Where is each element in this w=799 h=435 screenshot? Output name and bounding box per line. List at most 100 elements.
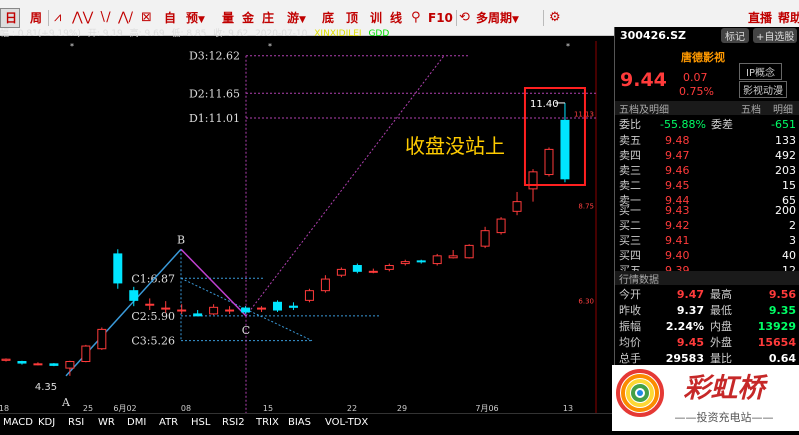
level-label: 卖五	[619, 134, 641, 147]
candle-body	[288, 305, 298, 308]
tour-label: 游	[287, 11, 300, 25]
level-price: 9.47	[665, 149, 690, 162]
indicator-tab[interactable]: WR	[98, 417, 115, 428]
candle-body	[320, 278, 330, 292]
indicator-name-2: GDD	[368, 29, 390, 39]
high-marker: 11.40	[530, 99, 559, 110]
candlestick-chart[interactable]: D3:12.62D2:11.65D1:11.01C1:6.87C2:5.90C3…	[0, 41, 612, 413]
price-change: 0.07	[683, 71, 708, 84]
logo-subtitle: ——投资充电站——	[675, 410, 774, 424]
stat-value: 0.64	[768, 352, 796, 365]
candle-body	[480, 230, 490, 247]
stat-label: 最低	[710, 304, 732, 317]
level-label: 卖二	[619, 179, 641, 192]
indicator-tab[interactable]: RSI2	[222, 417, 245, 428]
indicator-tab[interactable]: TRIX	[256, 417, 279, 428]
stat-label: 内盘	[710, 320, 732, 333]
indicator-tab[interactable]: KDJ	[38, 417, 55, 428]
indicator-tab[interactable]: RSI	[68, 417, 84, 428]
indicator-tab[interactable]: MACD	[3, 417, 33, 428]
candle-body	[496, 218, 506, 234]
candle-body	[225, 309, 235, 312]
tab-details[interactable]: 明细	[773, 101, 793, 116]
level-label: 卖四	[619, 149, 641, 162]
stat-label: 振幅	[619, 320, 641, 333]
chevron-down-icon: ▼	[512, 15, 519, 25]
level-volume: 40	[782, 249, 796, 262]
stat-label: 最高	[710, 288, 732, 301]
mark-button[interactable]: 标记	[721, 28, 749, 43]
orderbook-row: 买二 9.42 2	[615, 219, 799, 233]
stat-label: 外盘	[710, 336, 732, 349]
candle-body	[209, 306, 219, 315]
y-tick-label: 6.30	[578, 297, 594, 305]
level-volume: 133	[775, 134, 796, 147]
candle-body	[560, 119, 570, 180]
multi-period-label: 多周期	[476, 11, 513, 25]
stat-label: 昨收	[619, 304, 641, 317]
candle-body	[272, 301, 282, 311]
candle-body	[304, 290, 314, 301]
x-tick-label: 25	[83, 404, 93, 413]
level-label: 卖三	[619, 164, 641, 177]
add-favorite-button[interactable]: +自选股	[753, 28, 798, 43]
level-price: 9.46	[665, 164, 690, 177]
orderbook-row: 卖四 9.47 492	[615, 149, 799, 163]
candle-body	[65, 361, 75, 369]
x-tick-label: 22	[347, 404, 357, 413]
divider	[543, 10, 544, 26]
candle-body	[1, 358, 11, 361]
candle-body	[528, 171, 538, 190]
level-volume: 15	[782, 179, 796, 192]
concept-tag[interactable]: 影视动漫	[739, 81, 787, 98]
orderbook-title: 五档及明细	[619, 105, 669, 116]
level-price: 9.40	[665, 249, 690, 262]
candle-body	[97, 328, 107, 350]
price-info-bar: 幅 : 0.81(+9.19%) 开: 9.19 高: 9.69 低: 8.85…	[0, 28, 612, 41]
candle-body	[177, 309, 187, 312]
candle-body	[17, 361, 27, 364]
last-price: 9.44	[620, 69, 667, 91]
stat-value: 9.35	[768, 304, 796, 317]
x-tick-label: 13	[563, 404, 573, 413]
star-marker-icon: *	[566, 42, 570, 51]
x-tick-label: 15	[263, 404, 273, 413]
x-tick-label: 29	[397, 404, 407, 413]
candle-body	[241, 307, 251, 313]
level-label: 买四	[619, 249, 641, 262]
x-tick-label: 6月02	[113, 404, 136, 413]
candle-body	[384, 265, 394, 270]
ratio-value: -55.88%	[660, 118, 706, 131]
stats-row: 今开 9.47 最高 9.56	[615, 288, 799, 302]
level-volume: 492	[775, 149, 796, 162]
stat-value: 9.37	[676, 304, 704, 317]
amplitude-value: 幅 : 0.81(+9.19%)	[0, 29, 81, 39]
level-price: 9.45	[665, 179, 690, 192]
indicator-tab[interactable]: HSL	[191, 417, 210, 428]
x-tick-label: 08	[181, 404, 191, 413]
stats-title: 行情数据	[619, 275, 659, 286]
indicator-tab[interactable]: DMI	[127, 417, 146, 428]
open-value: 开: 9.19	[87, 29, 123, 39]
indicator-tab[interactable]: BIAS	[288, 417, 311, 428]
candle-body	[113, 253, 123, 284]
level-label: 买三	[619, 234, 641, 247]
indicator-tab[interactable]: VOL-TDX	[325, 417, 368, 428]
level-label: D2:11.65	[189, 87, 240, 100]
concept-tag[interactable]: IP概念	[739, 63, 782, 80]
orderbook-row: 卖三 9.46 203	[615, 164, 799, 178]
level-price: 9.43	[665, 204, 690, 217]
candle-body	[400, 261, 410, 265]
stat-value: 2.24%	[665, 320, 704, 333]
indicator-tab[interactable]: ATR	[159, 417, 178, 428]
diff-value: -651	[771, 118, 796, 131]
stats-row: 振幅 2.24% 内盘 13929	[615, 320, 799, 334]
stat-label: 今开	[619, 288, 641, 301]
stat-label: 总手	[619, 352, 641, 365]
level-label: 买二	[619, 219, 641, 232]
point-b-label: B	[177, 233, 185, 246]
indicator-tabs: MACD KDJ RSI WR DMI ATR HSL RSI2 TRIX BIAS VOL-TDX	[0, 413, 612, 431]
tab-orderbook[interactable]: 五档	[741, 101, 761, 116]
candle-body	[81, 345, 91, 363]
stat-label: 量比	[710, 352, 732, 365]
